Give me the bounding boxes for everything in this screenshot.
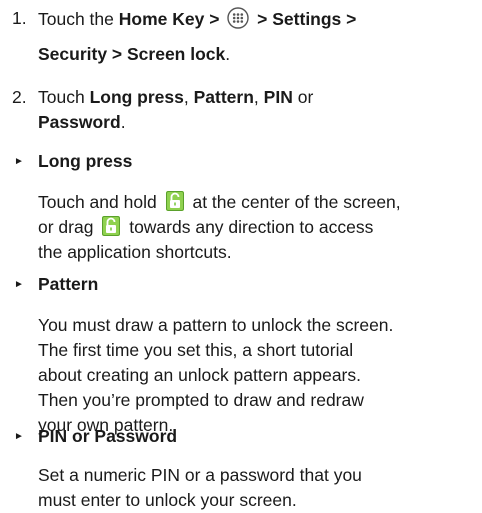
pattern-line: Then you’re prompted to draw and redraw (38, 390, 364, 410)
long-press-l1b: at the center of the screen, (192, 192, 401, 212)
step-2-period: . (120, 112, 126, 132)
option-password: Password (38, 112, 121, 132)
step-2: 2. Touch Long press, Pattern, PIN or Pas… (12, 85, 474, 135)
bullet-arrow-icon: ► (14, 431, 24, 442)
pattern-line: about creating an unlock pattern appears… (38, 365, 361, 385)
option-pin: PIN (263, 87, 293, 107)
bullet-arrow-icon: ► (14, 279, 24, 290)
bullet-title-pattern: Pattern (38, 274, 99, 294)
long-press-description: Touch and hold at the center of the scre… (38, 190, 478, 265)
long-press-l2a: or drag (38, 217, 94, 237)
step-1: 1. Touch the Home Key > > Settings > Sec… (12, 6, 474, 67)
unlock-padlock-icon (165, 191, 184, 211)
bullet-pattern: ► Pattern (12, 272, 474, 297)
bullet-long-press: ► Long press (12, 149, 474, 174)
bullet-arrow-icon: ► (14, 156, 24, 167)
bullet-pin-password: ► PIN or Password (12, 424, 474, 449)
step-2-sep2: , (253, 87, 264, 107)
security-screen-lock-path: Security > Screen lock (38, 44, 226, 64)
pattern-line: The first time you set this, a short tut… (38, 340, 354, 360)
step-2-text: Touch Long press, Pattern, PIN or Passwo… (38, 85, 474, 135)
unlock-padlock-icon (102, 216, 121, 236)
step-1-text: Touch the Home Key > > Settings > Securi… (38, 6, 474, 67)
pin-line: Set a numeric PIN or a password that you (38, 465, 362, 485)
option-long-press: Long press (89, 87, 184, 107)
home-key-label: Home Key > (118, 9, 220, 29)
long-press-l3: the application shortcuts. (38, 242, 232, 262)
option-pattern: Pattern (193, 87, 254, 107)
step-2-number: 2. (12, 87, 27, 107)
bullet-title-pin-password: PIN or Password (38, 426, 178, 446)
long-press-l1a: Touch and hold (38, 192, 157, 212)
bullet-title-long-press: Long press (38, 151, 133, 171)
pattern-description: You must draw a pattern to unlock the sc… (38, 313, 478, 438)
step-1-prefix: Touch the (38, 9, 119, 29)
pin-description: Set a numeric PIN or a password that you… (38, 463, 478, 513)
step-1-number: 1. (12, 8, 27, 28)
step-2-prefix: Touch (38, 87, 90, 107)
step-2-sep1: , (183, 87, 194, 107)
step-1-period: . (225, 44, 231, 64)
long-press-l2b: towards any direction to access (129, 217, 374, 237)
manual-page: 1. Touch the Home Key > > Settings > Sec… (0, 0, 482, 512)
step-2-sep3: or (292, 87, 314, 107)
pin-line: must enter to unlock your screen. (38, 490, 297, 510)
pattern-line: You must draw a pattern to unlock the sc… (38, 315, 394, 335)
settings-path: > Settings > (257, 9, 357, 29)
apps-grid-icon (227, 7, 249, 29)
